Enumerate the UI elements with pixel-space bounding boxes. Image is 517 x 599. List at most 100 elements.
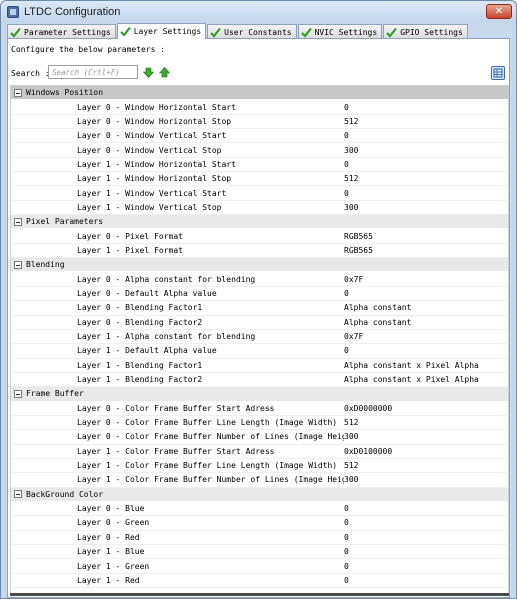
parameter-row[interactable]: Layer 1 - Color Frame Buffer Number of L… <box>11 473 508 488</box>
parameter-value[interactable]: 0 <box>344 160 349 169</box>
parameter-name: Layer 0 - Alpha constant for blending <box>77 274 256 284</box>
parameter-name: Layer 0 - Red <box>77 532 140 542</box>
grid-icon <box>493 68 503 78</box>
parameter-value[interactable]: 0 <box>344 504 349 513</box>
search-previous-up-icon[interactable] <box>159 67 170 78</box>
search-input[interactable] <box>48 65 138 79</box>
collapse-minus-icon[interactable] <box>14 389 22 398</box>
tab-parameter-settings[interactable]: Parameter Settings <box>7 24 116 39</box>
parameter-row[interactable]: Layer 1 - Red 0 <box>11 574 508 589</box>
close-button[interactable]: ✕ <box>486 4 512 19</box>
parameter-row[interactable]: Layer 1 - Green 0 <box>11 559 508 574</box>
parameter-value[interactable]: 512 <box>344 461 358 470</box>
tab-bar: Parameter Settings Layer Settings User Con… <box>7 23 469 39</box>
parameter-row[interactable]: Layer 0 - Color Frame Buffer Start Adres… <box>11 402 508 416</box>
tab-nvic-settings[interactable]: NVIC Settings <box>297 24 383 39</box>
parameter-value[interactable]: 0x7F <box>344 275 363 284</box>
parameter-name: Layer 0 - Color Frame Buffer Number of L… <box>77 432 344 442</box>
parameter-name: Layer 1 - Window Vertical Stop <box>77 202 222 212</box>
parameter-row[interactable]: Layer 1 - Window Vertical Start 0 <box>11 186 508 201</box>
group-row[interactable]: Pixel Parameters <box>11 215 508 230</box>
search-next-down-icon[interactable] <box>143 67 154 78</box>
parameter-value[interactable]: 0 <box>344 533 349 542</box>
parameter-row[interactable]: Layer 0 - Color Frame Buffer Line Length… <box>11 416 508 431</box>
parameter-value[interactable]: 300 <box>344 203 358 212</box>
parameter-value[interactable]: 0 <box>344 576 349 585</box>
parameter-row[interactable]: Layer 0 - Color Frame Buffer Number of L… <box>11 430 508 445</box>
parameter-row[interactable]: Layer 0 - Window Horizontal Stop 512 <box>11 115 508 130</box>
tab-label: GPIO Settings <box>400 27 463 37</box>
parameter-row[interactable]: Layer 0 - Green 0 <box>11 516 508 531</box>
parameter-value[interactable]: 0 <box>344 562 349 571</box>
parameter-value[interactable]: 0 <box>344 289 349 298</box>
title-bar[interactable]: LTDC Configuration ✕ <box>1 1 516 23</box>
parameter-value[interactable]: 0 <box>344 103 349 112</box>
table-view-toggle-icon[interactable] <box>491 66 505 80</box>
parameter-tree[interactable]: Windows Position Layer 0 - Window Horizon… <box>10 85 509 595</box>
parameter-name: Layer 1 - Window Horizontal Start <box>77 159 236 169</box>
parameter-row[interactable]: Layer 1 - Color Frame Buffer Start Adres… <box>11 445 508 459</box>
parameter-value[interactable]: Alpha constant <box>344 318 411 327</box>
parameter-row[interactable]: Layer 1 - Color Frame Buffer Line Length… <box>11 459 508 474</box>
parameter-value[interactable]: 300 <box>344 432 358 441</box>
group-row[interactable]: BackGround Color <box>11 487 508 502</box>
parameter-value[interactable]: RGB565 <box>344 232 373 241</box>
parameter-row[interactable]: Layer 0 - Blending Factor2 Alpha constant <box>11 316 508 330</box>
parameter-name: Layer 0 - Window Horizontal Start <box>77 102 236 112</box>
collapse-minus-icon[interactable] <box>14 88 22 97</box>
parameter-value[interactable]: Alpha constant x Pixel Alpha <box>344 361 479 370</box>
parameter-name: Layer 1 - Blue <box>77 547 145 557</box>
parameter-row[interactable]: Layer 1 - Default Alpha value 0 <box>11 344 508 359</box>
parameter-row[interactable]: Layer 1 - Alpha constant for blending 0x7… <box>11 330 508 345</box>
horizontal-scrollbar[interactable] <box>10 593 509 596</box>
tab-layer-settings[interactable]: Layer Settings <box>116 23 207 39</box>
parameter-value[interactable]: 0xD0000000 <box>344 404 392 413</box>
parameter-value[interactable]: 512 <box>344 117 358 126</box>
parameter-value[interactable]: Alpha constant x Pixel Alpha <box>344 375 479 384</box>
parameter-value[interactable]: 300 <box>344 475 358 484</box>
parameter-row[interactable]: Layer 0 - Blue 0 <box>11 502 508 517</box>
green-check-icon <box>300 27 312 38</box>
parameter-row[interactable]: Layer 1 - Pixel Format RGB565 <box>11 244 508 259</box>
parameter-value[interactable]: RGB565 <box>344 246 373 255</box>
parameter-row[interactable]: Layer 0 - Alpha constant for blending 0x7… <box>11 272 508 287</box>
parameter-row[interactable]: Layer 1 - Window Vertical Stop 300 <box>11 201 508 216</box>
parameter-value[interactable]: 0 <box>344 518 349 527</box>
parameter-row[interactable]: Layer 0 - Red 0 <box>11 531 508 545</box>
parameter-value[interactable]: 300 <box>344 146 358 155</box>
collapse-minus-icon[interactable] <box>14 217 22 226</box>
parameter-row[interactable]: Layer 0 - Pixel Format RGB565 <box>11 229 508 244</box>
parameter-row[interactable]: Layer 1 - Blending Factor1 Alpha constant… <box>11 359 508 373</box>
collapse-minus-icon[interactable] <box>14 260 22 269</box>
parameter-name: Layer 1 - Pixel Format <box>77 245 183 255</box>
parameter-value[interactable]: 0 <box>344 346 349 355</box>
parameter-value[interactable]: 0 <box>344 131 349 140</box>
group-row[interactable]: Blending <box>11 258 508 273</box>
parameter-name: Layer 0 - Default Alpha value <box>77 288 217 298</box>
parameter-row[interactable]: Layer 1 - Blending Factor2 Alpha constant… <box>11 373 508 388</box>
parameter-row[interactable]: Layer 0 - Blending Factor1 Alpha constant <box>11 301 508 316</box>
parameter-value[interactable]: 0x7F <box>344 332 363 341</box>
parameter-row[interactable]: Layer 1 - Window Horizontal Stop 512 <box>11 172 508 187</box>
parameter-row[interactable]: Layer 0 - Window Vertical Start 0 <box>11 129 508 144</box>
parameter-name: Layer 1 - Window Vertical Start <box>77 188 227 198</box>
tab-label: NVIC Settings <box>314 27 378 37</box>
parameter-value[interactable]: 512 <box>344 174 358 183</box>
parameter-value[interactable]: 512 <box>344 418 358 427</box>
parameter-value[interactable]: Alpha constant <box>344 303 411 312</box>
parameter-row[interactable]: Layer 1 - Window Horizontal Start 0 <box>11 158 508 173</box>
group-row[interactable]: Frame Buffer <box>11 387 508 402</box>
parameter-row[interactable]: Layer 0 - Window Vertical Stop 300 <box>11 143 508 158</box>
tab-gpio-settings[interactable]: GPIO Settings <box>383 24 468 39</box>
parameter-row[interactable]: Layer 0 - Default Alpha value 0 <box>11 287 508 302</box>
group-row[interactable]: Windows Position <box>11 86 508 101</box>
parameter-value[interactable]: 0xD0100000 <box>344 447 392 456</box>
parameter-value[interactable]: 0 <box>344 189 349 198</box>
collapse-minus-icon[interactable] <box>14 490 22 499</box>
tab-user-constants[interactable]: User Constants <box>207 24 297 39</box>
parameter-row[interactable]: Layer 0 - Window Horizontal Start 0 <box>11 100 508 115</box>
parameter-value[interactable]: 0 <box>344 547 349 556</box>
parameter-row[interactable]: Layer 1 - Blue 0 <box>11 545 508 560</box>
parameter-name: Layer 0 - Window Horizontal Stop <box>77 116 232 126</box>
parameter-name: Layer 1 - Red <box>77 575 140 585</box>
